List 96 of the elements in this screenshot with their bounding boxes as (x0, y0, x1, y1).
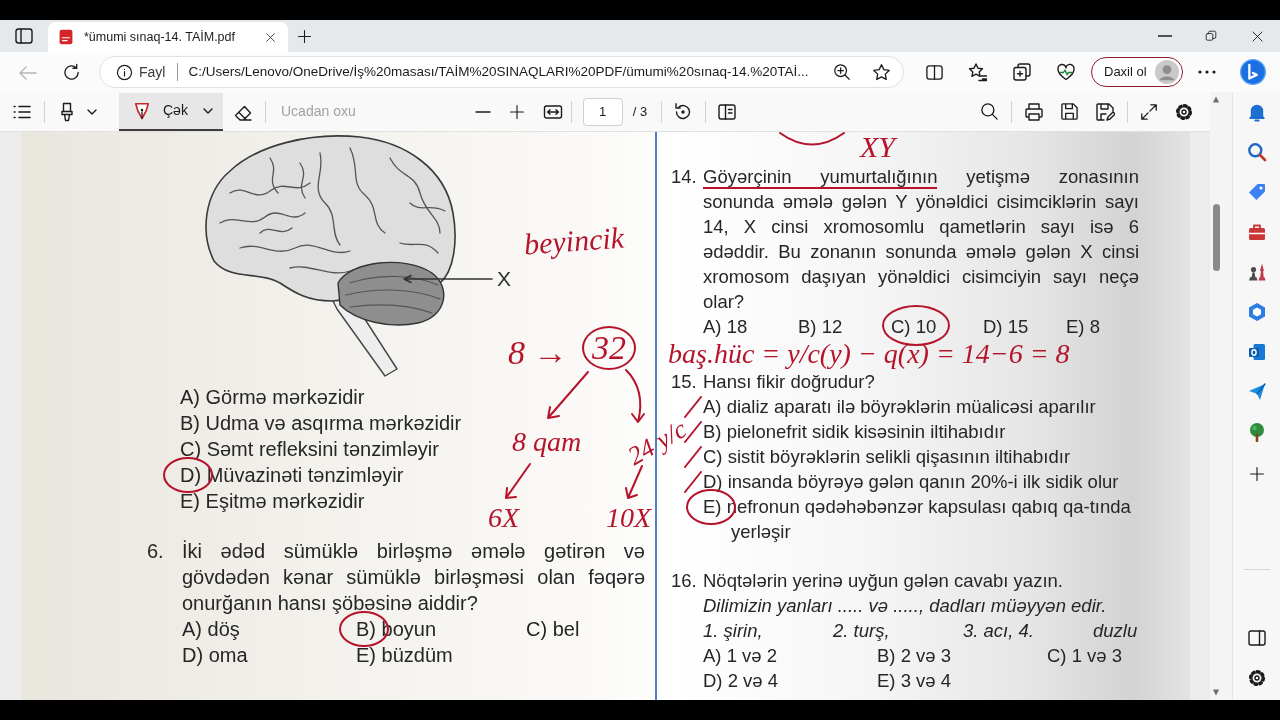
answer-option: C) 10 (891, 314, 937, 339)
bell-icon[interactable] (1246, 102, 1267, 122)
pen-nib-icon (133, 101, 151, 120)
tag-icon[interactable] (1246, 182, 1267, 202)
page-view-icon[interactable] (717, 101, 738, 122)
answer-option: D) insanda böyrəyə gələn qanın 20%-i ilk sidik olur (703, 469, 1119, 494)
mail-logo-icon[interactable] (1246, 342, 1267, 362)
favorites-icon[interactable] (968, 62, 988, 82)
answer-option: C) 1 və 3 (1047, 643, 1123, 668)
handwritten-arrow (625, 369, 645, 423)
handwritten-note: 10X (606, 504, 652, 532)
question-text: Göyərçinin yumurtalığının yetişmə zonasının sonunda əmələ gələn Y yönəldici cisimciklərin sayı 14, X cinsi xromosomlu qametlərin sayı isə 6 ədəddir. Bu zonanın sonunda əmələ gələn X cinsi xromosom daşıyan yönəldici cisimciyin sayı neçə olar? (703, 165, 1139, 314)
handwritten-arc (779, 132, 845, 146)
answer-option: E) büzdüm (356, 642, 453, 668)
question-number: 15. (671, 370, 698, 394)
answer-option: E) 8 (1066, 314, 1100, 339)
answer-option: D) oma (182, 642, 248, 668)
hexagon-logo-icon[interactable] (1246, 302, 1267, 322)
question-text: Nöqtələrin yerinə uyğun gələn cavabı yazın. (703, 569, 1064, 593)
plus-icon[interactable] (297, 29, 312, 44)
handwritten-note: 8 qam (512, 428, 582, 456)
save-as-icon[interactable] (1095, 101, 1116, 122)
collections-icon[interactable] (1012, 62, 1032, 82)
address-bar[interactable]: Fayl C:/Users/Lenovo/OneDrive/İş%20masası/TAİM%20SINAQLARI%20PDF/ümumi%20sınaq-14.%20TAİ... (99, 56, 904, 88)
minus-icon[interactable] (474, 110, 491, 113)
answer-option: A) döş (182, 616, 240, 642)
question-number: 14. (671, 165, 698, 189)
answer-option: E) Eşitmə mərkəzidir (180, 488, 365, 514)
handwritten-note: beyincik (523, 222, 625, 260)
handwritten-arrow (505, 463, 531, 499)
sign-in-button[interactable]: Daxil ol (1091, 57, 1183, 87)
chess-pieces-icon[interactable] (1246, 262, 1267, 282)
sidebar-panel-icon[interactable] (1246, 628, 1267, 648)
handwritten-arrow (625, 465, 643, 499)
answer-option: A) 18 (703, 314, 748, 339)
answer-option: B) 2 və 3 (877, 643, 952, 668)
answer-item: 2. turş, (833, 619, 891, 643)
browser-tab[interactable]: *ümumi sınaq-14. TAİM.pdf (48, 22, 288, 52)
caret-icon (203, 107, 213, 114)
handwritten-arrow (547, 371, 589, 419)
question-prompt: Dilimizin yanları ..... və ....., dadları müəyyən edir. (703, 594, 1108, 618)
answer-option: C) Səmt refleksini tənzimləyir (180, 436, 439, 462)
answer-item: 1. şirin, (703, 619, 764, 643)
restore-icon[interactable] (1205, 30, 1217, 42)
avatar-icon (1154, 60, 1179, 84)
close-icon[interactable] (1250, 29, 1264, 43)
question-text: Hansı fikir doğrudur? (703, 370, 876, 394)
split-screen-icon[interactable] (925, 62, 944, 82)
question-number: 16. (671, 569, 698, 593)
answer-option: E) 3 və 4 (877, 668, 952, 693)
settings-icon[interactable] (1174, 101, 1195, 122)
zoom-in-icon[interactable] (833, 63, 851, 81)
pdf-file-icon (58, 29, 74, 45)
figure-label: X (497, 266, 511, 292)
close-icon[interactable] (265, 31, 276, 43)
answer-option: C) sistit böyrəklərin selikli qişasının iltihabıdır (703, 444, 1071, 469)
caret-icon[interactable] (87, 108, 97, 115)
question-number: 6. (147, 539, 165, 564)
refresh-icon[interactable] (62, 62, 81, 82)
scroll-down-icon[interactable] (1212, 689, 1220, 696)
answer-option: B) 12 (798, 314, 843, 339)
answer-item: 3. acı, 4. (963, 619, 1035, 643)
settings-icon[interactable] (1246, 668, 1267, 688)
answer-option: B) pielonefrit sidik kisəsinin iltihabıdır (703, 419, 1006, 444)
answer-option: D) 2 və 4 (703, 668, 779, 693)
print-icon[interactable] (1024, 101, 1045, 122)
question-text: İki ədəd sümüklə birləşmə əmələ gətirən və gövdədən kənar sümüklə birləşməsi olan fəqərə onurğanın hansı şöbəsinə aiddir? (182, 539, 645, 616)
more-icon[interactable] (1197, 70, 1216, 74)
handwritten-note: 8 → (508, 336, 568, 370)
round-logo-icon[interactable] (1239, 59, 1266, 85)
save-icon[interactable] (1060, 102, 1080, 121)
answer-option: C) bel (526, 616, 580, 642)
scroll-up-icon[interactable] (1212, 96, 1220, 103)
answer-item: duzlu (1093, 619, 1138, 643)
handwritten-note: baş.hüc = y/c(y) − q(x) = 14−6 = 8 (668, 340, 1070, 368)
expand-icon[interactable] (1140, 102, 1159, 121)
page-count: / 3 (632, 102, 648, 121)
answer-option: A) dializ aparatı ilə böyrəklərin müalicəsi aparılır (703, 394, 1096, 419)
tab-actions-icon[interactable] (14, 26, 34, 46)
search-icon[interactable] (980, 102, 1000, 121)
scrollbar-thumb[interactable] (1212, 204, 1220, 271)
handwritten-note: 24 y/c (623, 416, 692, 470)
answer-option: A) Görmə mərkəzidir (180, 384, 365, 410)
site-info-label[interactable]: Fayl (139, 61, 166, 83)
heart-pulse-icon[interactable] (1056, 62, 1076, 82)
info-icon[interactable] (116, 63, 133, 81)
star-icon[interactable] (872, 62, 891, 82)
draw-button[interactable]: Çək (119, 92, 223, 131)
toolbox-icon[interactable] (1246, 222, 1267, 242)
url-text[interactable]: C:/Users/Lenovo/OneDrive/İş%20masası/TAİM%20SINAQLARI%20PDF/ümumi%20sınaq-14.%20TAİ... (188, 61, 809, 83)
handwritten-note: 32 (582, 326, 636, 370)
handwritten-note: 6X (488, 504, 520, 532)
page-number-field[interactable]: 1 (582, 97, 623, 126)
answer-option: B) Udma və asqırma mərkəzidir (180, 410, 462, 436)
answer-option: A) 1 və 2 (703, 643, 778, 668)
answer-option: D) 15 (983, 314, 1029, 339)
